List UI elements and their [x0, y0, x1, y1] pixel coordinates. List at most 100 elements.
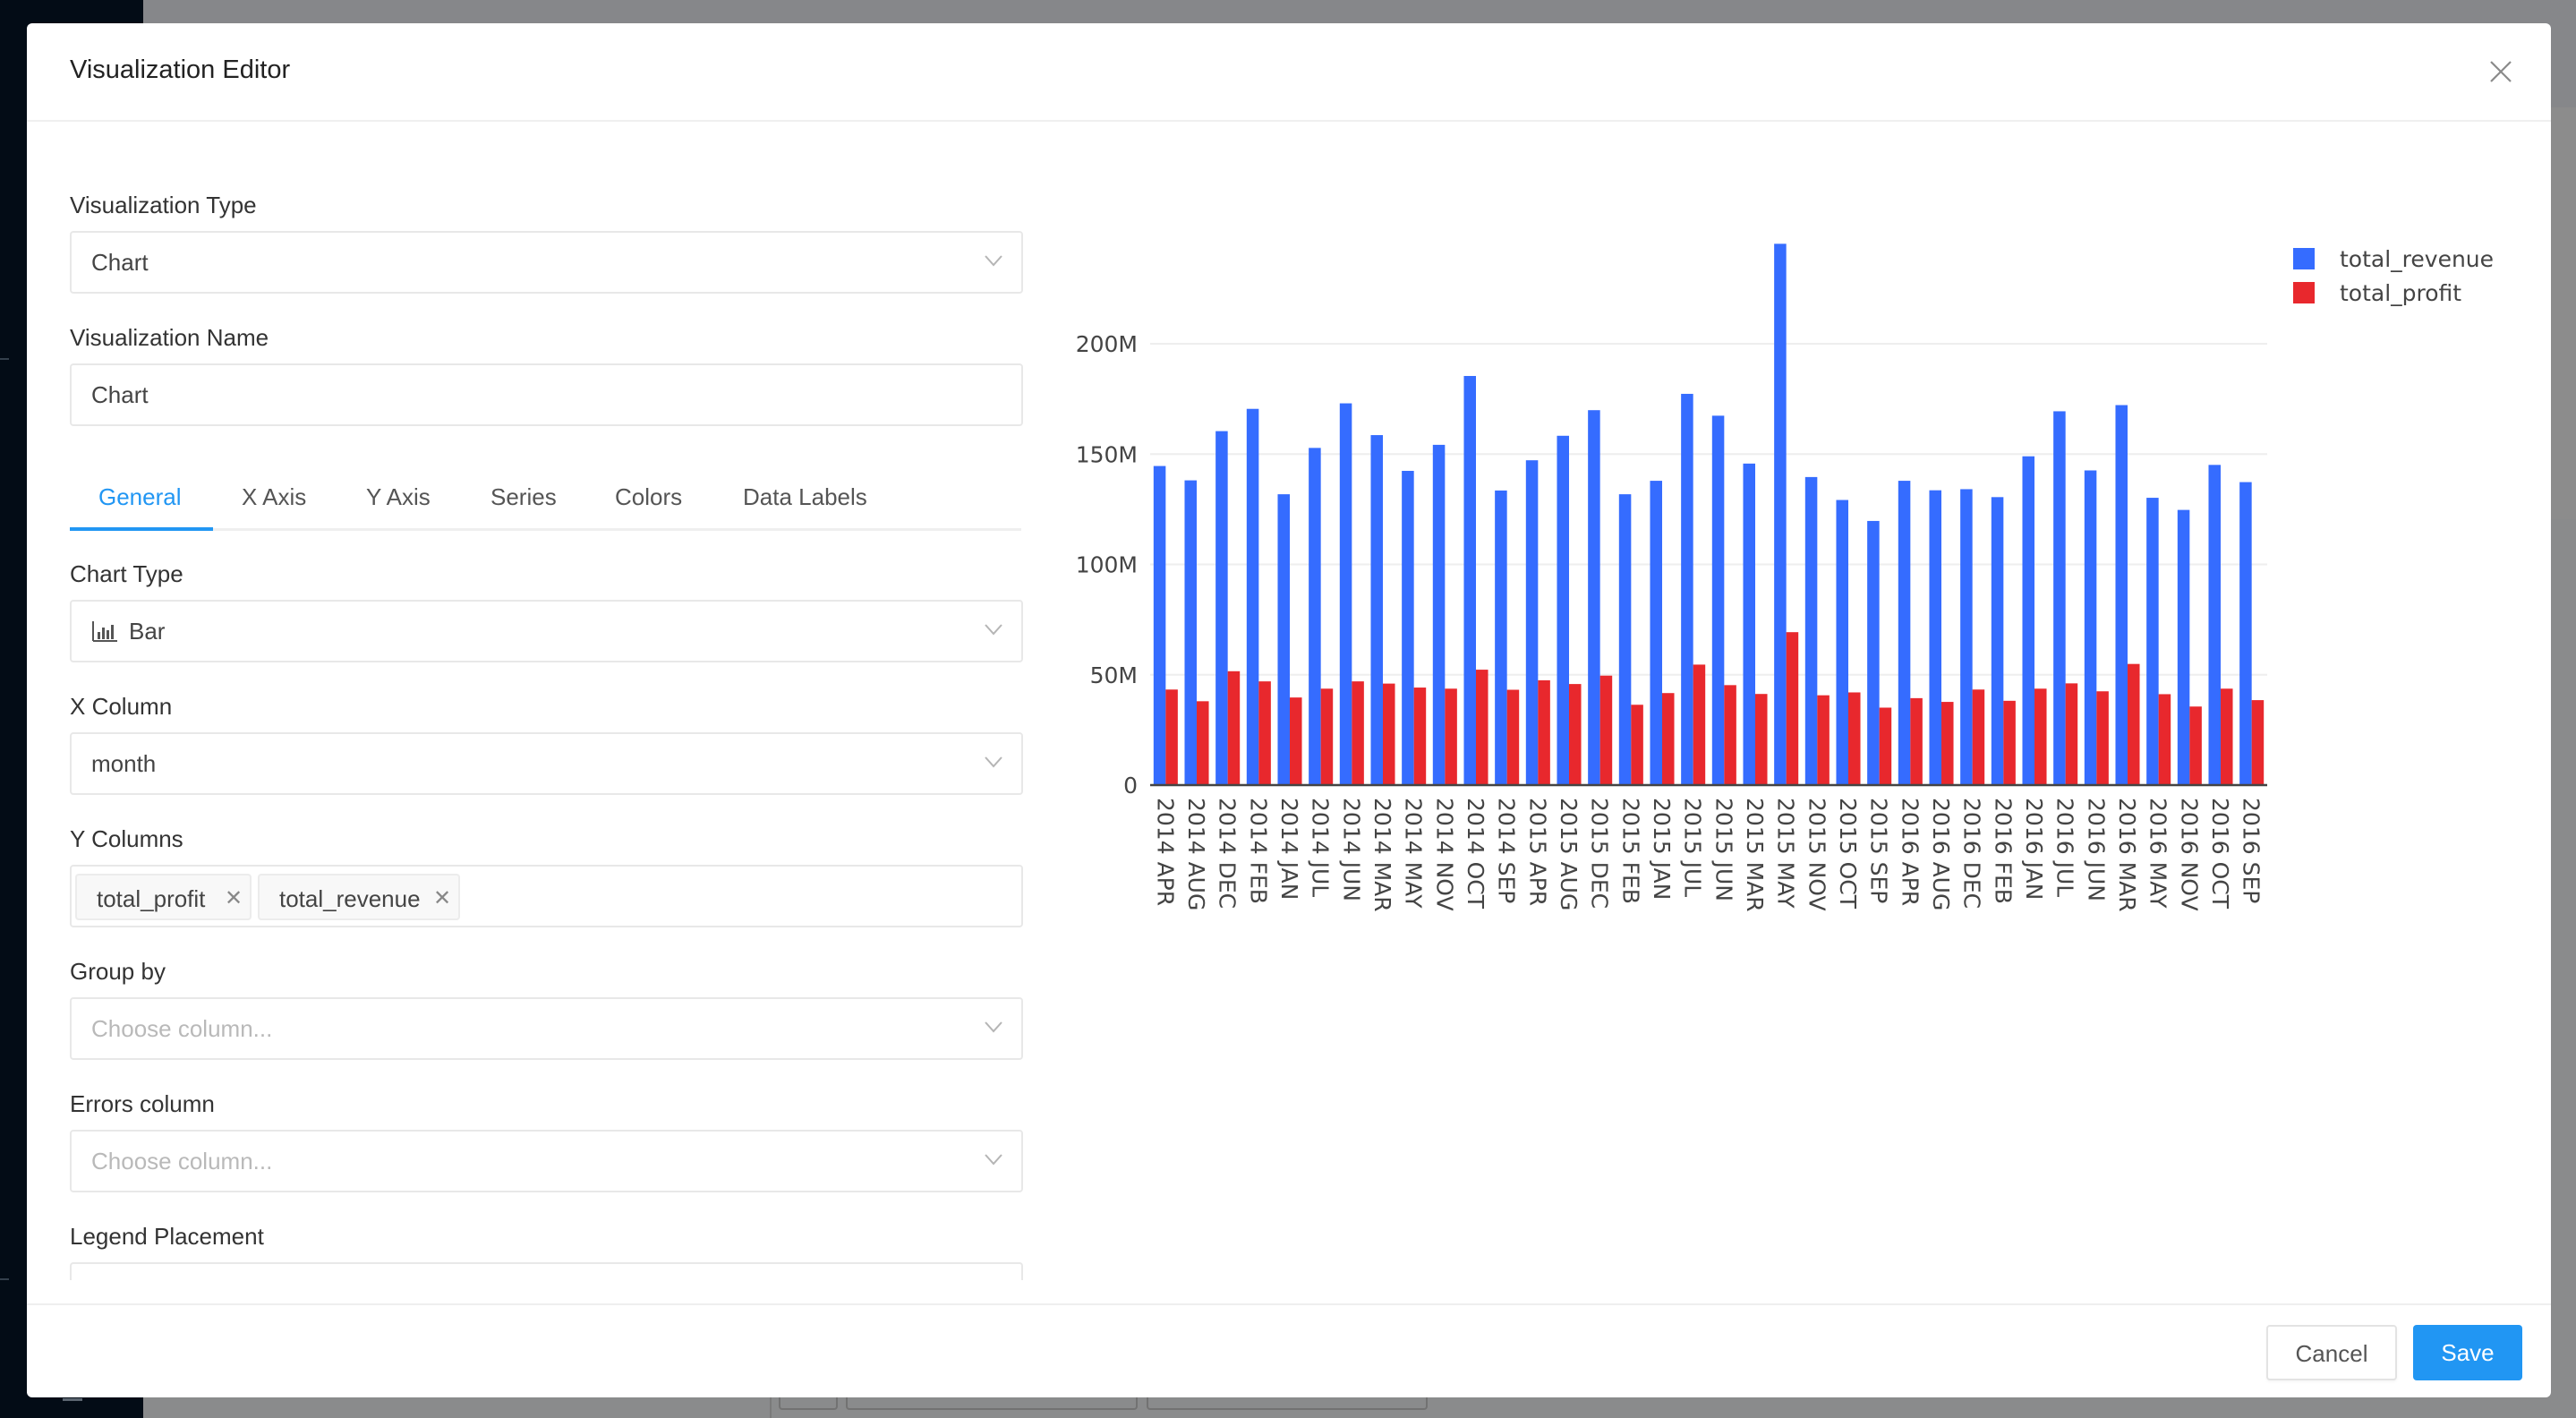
- modal-footer: Cancel Save: [27, 1303, 2551, 1397]
- revenue-bar: [2084, 470, 2097, 785]
- x-tick-label: 2015 FEB: [1617, 798, 1643, 904]
- profit-bar: [1786, 632, 1799, 785]
- x-column-label: X Column: [70, 693, 173, 720]
- group-by-select[interactable]: Choose column...: [70, 997, 1023, 1060]
- x-tick-label: 2015 JAN: [1649, 798, 1675, 900]
- profit-bar: [1352, 681, 1364, 785]
- errors-column-select[interactable]: Choose column...: [70, 1130, 1023, 1192]
- revenue-bar: [2053, 411, 2066, 785]
- tab-x-axis[interactable]: X Axis: [242, 483, 306, 511]
- cancel-button[interactable]: Cancel: [2266, 1325, 2397, 1380]
- profit-bar: [2034, 688, 2047, 785]
- profit-bar: [1445, 688, 1457, 785]
- visualization-type-select[interactable]: Chart: [70, 231, 1023, 294]
- x-tick-label: 2014 NOV: [1431, 798, 1457, 911]
- y-columns-label: Y Columns: [70, 825, 183, 852]
- y-tick-label: 200M: [1076, 331, 1138, 357]
- profit-bar: [2158, 694, 2171, 785]
- x-tick-label: 2015 SEP: [1866, 798, 1892, 903]
- revenue-bar: [1525, 460, 1539, 785]
- revenue-bar: [1898, 481, 1911, 785]
- chevron-down-icon: [985, 255, 1002, 267]
- profit-bar: [2221, 688, 2233, 785]
- menu-icon: [63, 1398, 82, 1401]
- remove-tag-icon[interactable]: ✕: [433, 885, 451, 911]
- profit-bar: [1693, 664, 1706, 785]
- background-field: [1147, 1397, 1428, 1410]
- x-column-select[interactable]: month: [70, 732, 1023, 795]
- x-tick-label: 2016 MAR: [2114, 798, 2140, 912]
- x-tick-label: 2015 AUG: [1556, 798, 1582, 910]
- visualization-name-value: Chart: [91, 381, 149, 408]
- legend-swatch: [2293, 248, 2315, 269]
- legend-placement-label: Legend Placement: [70, 1223, 264, 1250]
- tab-colors[interactable]: Colors: [615, 483, 682, 511]
- remove-tag-icon[interactable]: ✕: [225, 885, 243, 911]
- revenue-bar: [2208, 465, 2221, 785]
- tab-general[interactable]: General: [98, 483, 182, 511]
- revenue-bar: [1184, 480, 1197, 785]
- visualization-name-label: Visualization Name: [70, 324, 269, 351]
- visualization-type-label: Visualization Type: [70, 192, 257, 218]
- x-tick-label: 2014 MAY: [1401, 798, 1427, 909]
- revenue-bar: [1929, 490, 1941, 785]
- tab-y-axis[interactable]: Y Axis: [366, 483, 431, 511]
- x-tick-label: 2016 SEP: [2239, 798, 2265, 903]
- x-tick-label: 2016 MAY: [2145, 798, 2171, 909]
- revenue-bar: [1215, 431, 1228, 785]
- legend-placement-select[interactable]: [70, 1262, 1023, 1280]
- y-tick-label: 0: [1123, 773, 1138, 799]
- revenue-bar: [1557, 435, 1569, 785]
- bar-chart-icon: [92, 621, 117, 642]
- revenue-bar: [1867, 520, 1880, 785]
- profit-bar: [1724, 685, 1736, 785]
- revenue-bar: [1370, 435, 1383, 785]
- x-tick-label: 2014 APR: [1152, 798, 1178, 906]
- sidebar-divider: [0, 1278, 9, 1280]
- save-button[interactable]: Save: [2413, 1325, 2522, 1380]
- chart-type-label: Chart Type: [70, 560, 183, 587]
- x-tick-label: 2014 SEP: [1494, 798, 1520, 903]
- revenue-bar: [1463, 375, 1476, 785]
- x-tick-label: 2016 OCT: [2207, 798, 2233, 910]
- y-tick-label: 150M: [1076, 441, 1138, 467]
- profit-bar: [1197, 701, 1209, 785]
- x-tick-label: 2015 JUN: [1710, 798, 1736, 901]
- chevron-down-icon: [985, 1154, 1002, 1166]
- x-tick-label: 2015 OCT: [1835, 798, 1861, 910]
- legend-swatch: [2293, 282, 2315, 303]
- y-column-tag: total_profit ✕: [75, 874, 252, 920]
- profit-bar: [1258, 681, 1271, 785]
- close-icon: [2490, 61, 2512, 82]
- close-button[interactable]: [2488, 59, 2513, 84]
- settings-panel: Visualization Type Chart Visualization N…: [70, 120, 1023, 1280]
- profit-bar: [1476, 670, 1488, 785]
- active-tab-indicator: [70, 527, 213, 531]
- revenue-bar: [1339, 403, 1352, 785]
- x-tick-label: 2016 AUG: [1928, 798, 1954, 910]
- revenue-bar: [2239, 482, 2252, 785]
- modal-title: Visualization Editor: [70, 56, 291, 84]
- x-tick-label: 2015 JUL: [1680, 798, 1706, 897]
- revenue-bar: [1774, 243, 1787, 785]
- group-by-placeholder: Choose column...: [91, 1015, 273, 1042]
- visualization-name-input[interactable]: Chart: [70, 363, 1023, 426]
- profit-bar: [2189, 706, 2202, 785]
- revenue-bar: [1495, 490, 1507, 785]
- profit-bar: [1165, 689, 1178, 785]
- modal-header: Visualization Editor: [27, 23, 2551, 122]
- chart-type-select[interactable]: Bar: [70, 600, 1023, 662]
- x-tick-label: 2015 NOV: [1804, 798, 1830, 911]
- profit-bar: [1538, 679, 1550, 785]
- profit-bar: [1631, 705, 1643, 785]
- chevron-down-icon: [985, 624, 1002, 636]
- x-tick-label: 2014 JUL: [1308, 798, 1334, 897]
- background-field: [846, 1397, 1138, 1410]
- y-columns-multiselect[interactable]: total_profit ✕ total_revenue ✕: [70, 865, 1023, 927]
- tab-data-labels[interactable]: Data Labels: [743, 483, 867, 511]
- visualization-editor-modal: Visualization Editor Visualization Type …: [27, 23, 2551, 1397]
- x-tick-label: 2014 MAR: [1369, 798, 1395, 912]
- tab-series[interactable]: Series: [490, 483, 557, 511]
- x-tick-label: 2014 AUG: [1183, 798, 1209, 910]
- y-column-tag-label: total_revenue: [279, 885, 421, 912]
